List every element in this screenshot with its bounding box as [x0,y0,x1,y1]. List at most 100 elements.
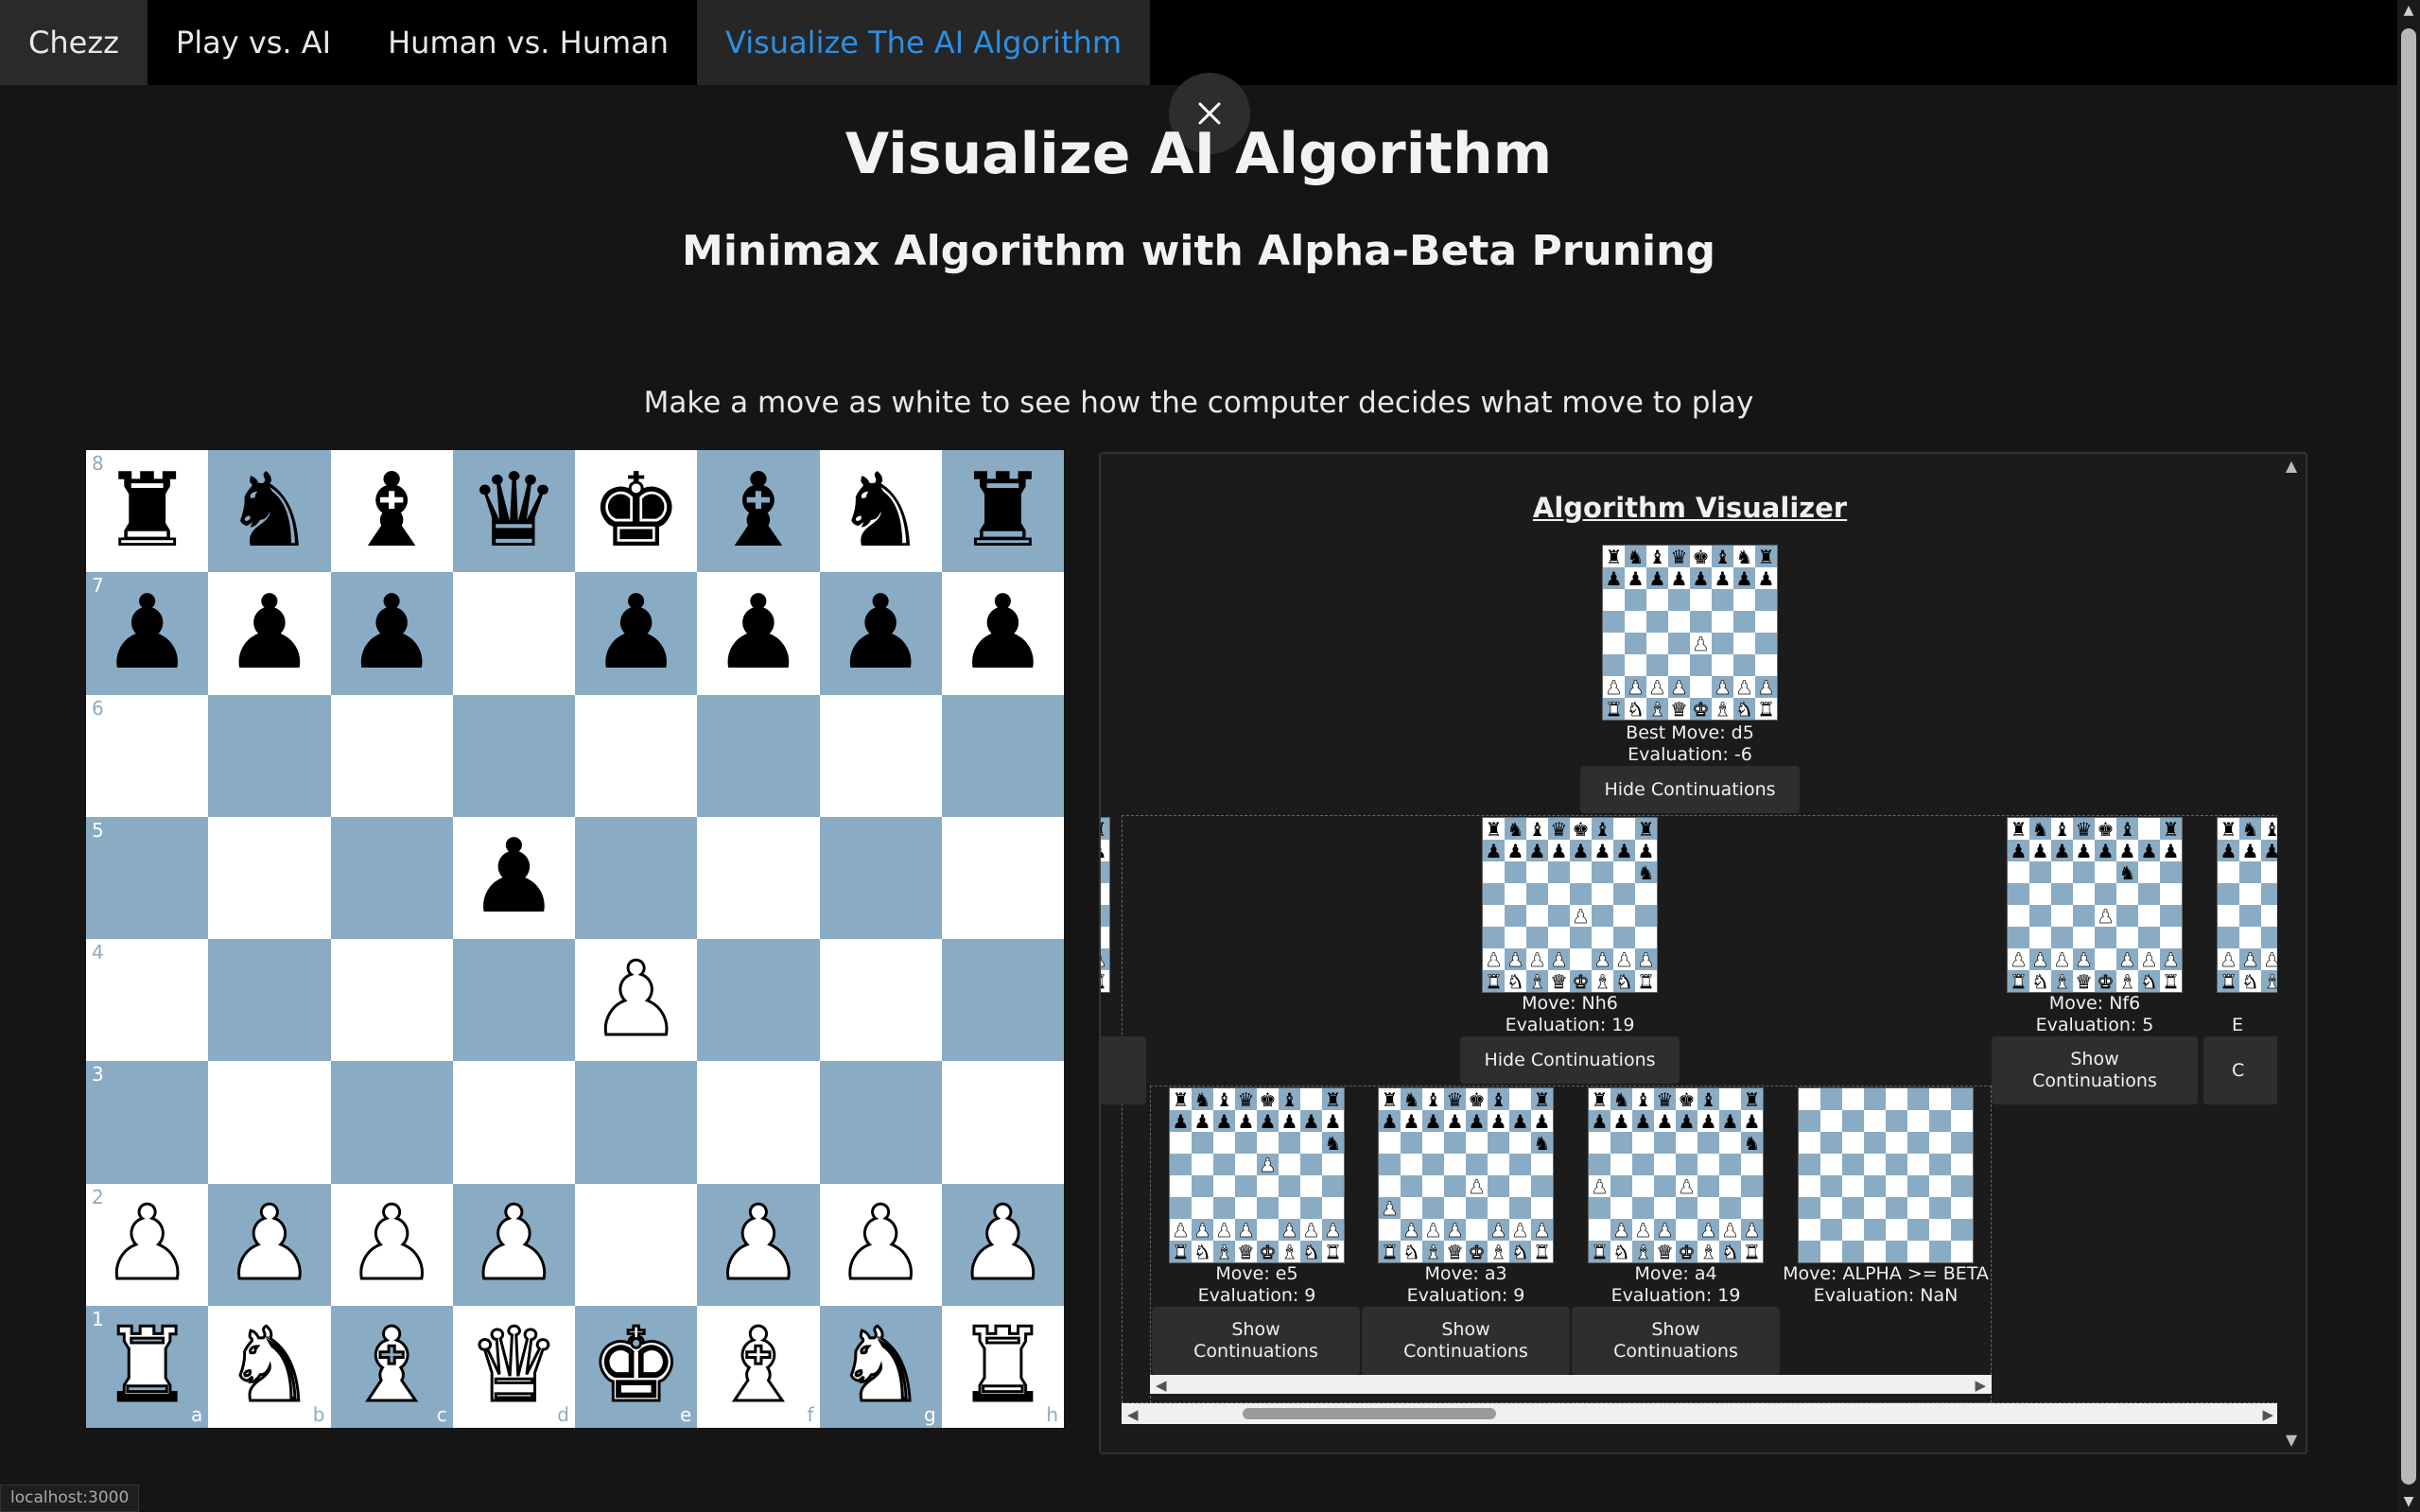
square-c1[interactable]: c ♝ [330,1305,453,1428]
square-b8[interactable]: ♞ [208,450,331,573]
square-e5[interactable] [575,816,698,939]
white-pawn-icon[interactable]: ♟ [344,1191,439,1296]
square-a1[interactable]: 1 a ♜ [86,1305,209,1428]
clipped-continuation-button[interactable] [1101,1036,1146,1104]
level2-horizontal-scrollbar[interactable]: ◀ ▶ [1150,1375,1992,1394]
white-queen-icon[interactable]: ♛ [466,1313,561,1418]
square-h6[interactable] [941,694,1064,817]
white-rook-icon[interactable]: ♜ [100,1313,195,1418]
square-b4[interactable] [208,939,331,1062]
square-b5[interactable] [208,816,331,939]
square-e3[interactable] [575,1061,698,1184]
square-g8[interactable]: ♞ [819,450,942,573]
black-knight-icon[interactable]: ♞ [835,460,927,563]
square-g7[interactable]: ♟ [819,572,942,695]
black-knight-icon[interactable]: ♞ [223,460,315,563]
square-d3[interactable] [452,1061,575,1184]
nav-visualize-ai[interactable]: Visualize The AI Algorithm [697,0,1151,85]
square-h3[interactable] [941,1061,1064,1184]
square-g4[interactable] [819,939,942,1062]
square-f6[interactable] [697,694,820,817]
scroll-left-arrow-icon[interactable]: ◀ [1156,1377,1167,1394]
square-a7[interactable]: 7 ♟ [86,572,209,695]
white-rook-icon[interactable]: ♜ [955,1313,1050,1418]
white-bishop-icon[interactable]: ♝ [344,1313,439,1418]
chess-board[interactable]: 8 ♜ ♞ ♝ ♛ ♚ ♝ ♞ ♜ 7 ♟ ♟ ♟ ♟ ♟ ♟ ♟ 6 5 ♟ 4 ♟ 3 2 ♟ ♟ ♟ ♟ ♟ ♟ ♟ 1 a ♜ b ♞ c ♝ d ♛… [86,450,1064,1428]
nav-brand[interactable]: Chezz [0,0,148,85]
square-f3[interactable] [697,1061,820,1184]
white-knight-icon[interactable]: ♞ [833,1313,928,1418]
white-knight-icon[interactable]: ♞ [222,1313,317,1418]
a4-show-continuations-button[interactable]: Show Continuations [1572,1307,1780,1375]
square-e6[interactable] [575,694,698,817]
window-scroll-thumb[interactable] [2401,28,2416,1485]
square-d6[interactable] [452,694,575,817]
a3-show-continuations-button[interactable]: Show Continuations [1362,1307,1570,1375]
visualizer-scroll-thumb[interactable] [1243,1408,1496,1419]
viz-scroll-up-icon[interactable]: ▲ [2283,458,2300,475]
square-e2[interactable] [575,1183,698,1306]
e5-show-continuations-button[interactable]: Show Continuations [1152,1307,1360,1375]
square-a5[interactable]: 5 [86,816,209,939]
square-f5[interactable] [697,816,820,939]
root-hide-continuations-button[interactable]: Hide Continuations [1580,766,1800,813]
nav-play-vs-ai[interactable]: Play vs. AI [148,0,359,85]
black-king-icon[interactable]: ♚ [590,460,682,563]
black-pawn-icon[interactable]: ♟ [223,582,315,685]
nav-human-vs-human[interactable]: Human vs. Human [359,0,697,85]
scroll-up-arrow-icon[interactable]: ▲ [2401,4,2416,17]
black-bishop-icon[interactable]: ♝ [346,460,438,563]
nf6-show-continuations-button[interactable]: Show Continuations [1992,1036,2198,1104]
white-bishop-icon[interactable]: ♝ [711,1313,806,1418]
square-g6[interactable] [819,694,942,817]
square-h2[interactable]: ♟ [941,1183,1064,1306]
square-e8[interactable]: ♚ [575,450,698,573]
square-c3[interactable] [330,1061,453,1184]
white-pawn-icon[interactable]: ♟ [100,1191,195,1296]
square-d4[interactable] [452,939,575,1062]
white-pawn-icon[interactable]: ♟ [711,1191,806,1296]
square-c6[interactable] [330,694,453,817]
square-f7[interactable]: ♟ [697,572,820,695]
black-pawn-icon[interactable]: ♟ [468,826,560,929]
black-rook-icon[interactable]: ♜ [957,460,1049,563]
visualizer-vertical-scrollbar[interactable]: ▲ ▼ [2277,454,2306,1452]
black-pawn-icon[interactable]: ♟ [346,582,438,685]
square-f8[interactable]: ♝ [697,450,820,573]
square-h4[interactable] [941,939,1064,1062]
white-pawn-icon[interactable]: ♟ [833,1191,928,1296]
square-h5[interactable] [941,816,1064,939]
square-c5[interactable] [330,816,453,939]
square-b7[interactable]: ♟ [208,572,331,695]
square-g2[interactable]: ♟ [819,1183,942,1306]
square-h8[interactable]: ♜ [941,450,1064,573]
square-c8[interactable]: ♝ [330,450,453,573]
white-pawn-icon[interactable]: ♟ [589,947,684,1052]
square-f2[interactable]: ♟ [697,1183,820,1306]
square-b6[interactable] [208,694,331,817]
square-c7[interactable]: ♟ [330,572,453,695]
square-a8[interactable]: 8 ♜ [86,450,209,573]
square-a2[interactable]: 2 ♟ [86,1183,209,1306]
black-pawn-icon[interactable]: ♟ [957,582,1049,685]
white-pawn-icon[interactable]: ♟ [222,1191,317,1296]
white-pawn-icon[interactable]: ♟ [466,1191,561,1296]
black-pawn-icon[interactable]: ♟ [712,582,804,685]
square-d5[interactable]: ♟ [452,816,575,939]
black-pawn-icon[interactable]: ♟ [590,582,682,685]
square-g3[interactable] [819,1061,942,1184]
black-queen-icon[interactable]: ♛ [468,460,560,563]
square-c2[interactable]: ♟ [330,1183,453,1306]
square-b2[interactable]: ♟ [208,1183,331,1306]
square-g1[interactable]: g ♞ [819,1305,942,1428]
square-e1[interactable]: e ♚ [575,1305,698,1428]
square-b3[interactable] [208,1061,331,1184]
square-d2[interactable]: ♟ [452,1183,575,1306]
square-f1[interactable]: f ♝ [697,1305,820,1428]
white-pawn-icon[interactable]: ♟ [955,1191,1050,1296]
square-e4[interactable]: ♟ [575,939,698,1062]
square-a6[interactable]: 6 [86,694,209,817]
square-h1[interactable]: h ♜ [941,1305,1064,1428]
square-e7[interactable]: ♟ [575,572,698,695]
square-f4[interactable] [697,939,820,1062]
